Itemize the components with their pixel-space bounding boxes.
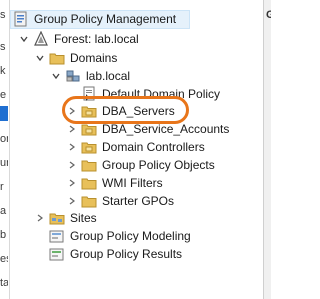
gpo-link-icon <box>81 86 97 102</box>
tree-item-dba-servers[interactable]: DBA_Servers <box>66 102 175 120</box>
right-pane-fragment: G <box>263 0 271 299</box>
tree-item-label: Domains <box>70 51 118 65</box>
left-pane-text: e <box>0 89 7 101</box>
expand-icon[interactable] <box>34 212 46 224</box>
tree-item-label: Group Policy Management <box>34 12 177 26</box>
collapse-icon[interactable] <box>50 70 62 82</box>
tree-item-default-domain-policy[interactable]: Default Domain Policy <box>81 85 220 103</box>
expand-icon[interactable] <box>66 123 78 135</box>
left-pane-text: b <box>0 229 7 241</box>
left-pane-text: es <box>0 253 8 265</box>
domain-icon <box>65 68 81 84</box>
expand-icon[interactable] <box>66 195 78 207</box>
sites-icon <box>49 210 65 226</box>
left-pane-text: k <box>0 65 6 77</box>
tree-item-label: Group Policy Results <box>70 247 183 261</box>
tree-item-label: WMI Filters <box>102 176 163 190</box>
folder-icon <box>81 193 97 209</box>
gpm-console: s s k e or ur r a b es ta Group Policy M… <box>0 0 271 299</box>
tree-item-group-policy-modeling[interactable]: Group Policy Modeling <box>49 227 191 245</box>
tree-item-starter-gpos[interactable]: Starter GPOs <box>66 192 174 210</box>
tree-item-label: Default Domain Policy <box>102 87 221 101</box>
expand-icon[interactable] <box>66 159 78 171</box>
left-pane-text: s <box>0 9 6 21</box>
tree-item-label: DBA_Service_Accounts <box>102 122 230 136</box>
tree-item-group-policy-objects[interactable]: Group Policy Objects <box>66 156 215 174</box>
left-pane-text: a <box>0 205 7 217</box>
modeling-icon <box>49 228 65 244</box>
tree-item-label: Group Policy Objects <box>102 158 215 172</box>
collapse-icon[interactable] <box>34 52 46 64</box>
folder-icon <box>81 157 97 173</box>
tree-item-label: Sites <box>70 211 97 225</box>
tree-item-dba-service-accounts[interactable]: DBA_Service_Accounts <box>66 120 229 138</box>
expand-icon[interactable] <box>66 105 78 117</box>
expand-icon[interactable] <box>66 141 78 153</box>
tree-item-domains[interactable]: Domains <box>34 49 117 67</box>
tree-item-group-policy-management[interactable]: Group Policy Management <box>10 10 176 28</box>
tree-item-domain-controllers[interactable]: Domain Controllers <box>66 138 205 156</box>
gpm-icon <box>13 11 29 27</box>
folder-icon <box>81 175 97 191</box>
ou-icon <box>81 139 97 155</box>
left-pane-text: r <box>0 181 4 193</box>
tree-item-label: DBA_Servers <box>102 104 175 118</box>
left-pane-text: ta <box>0 277 8 289</box>
expand-icon[interactable] <box>66 177 78 189</box>
tree-item-group-policy-results[interactable]: Group Policy Results <box>49 245 182 263</box>
tree-item-label: lab.local <box>86 69 131 83</box>
folder-icon <box>49 50 65 66</box>
tree-item-sites[interactable]: Sites <box>34 209 97 227</box>
left-pane-text: s <box>0 41 6 53</box>
ou-icon <box>81 103 97 119</box>
tree-item-label: Forest: lab.local <box>54 32 139 46</box>
tree-item-forest[interactable]: Forest: lab.local <box>18 30 139 48</box>
tree-item-label: Group Policy Modeling <box>70 229 191 243</box>
tree-item-label: Domain Controllers <box>102 140 205 154</box>
ou-icon <box>81 121 97 137</box>
results-icon <box>49 246 65 262</box>
console-tree: Group Policy Management Forest: lab.loca… <box>10 0 263 299</box>
collapse-icon[interactable] <box>18 33 30 45</box>
left-pane-fragment: s s k e or ur r a b es ta <box>0 0 10 299</box>
tree-item-lab-local[interactable]: lab.local <box>50 67 130 85</box>
left-pane-text: or <box>0 133 8 145</box>
right-pane-text: G <box>266 9 271 21</box>
left-pane-text: ur <box>0 157 8 169</box>
forest-icon <box>33 31 49 47</box>
tree-item-label: Starter GPOs <box>102 194 175 208</box>
tree-item-wmi-filters[interactable]: WMI Filters <box>66 174 163 192</box>
left-pane-selected-item[interactable] <box>0 106 8 121</box>
